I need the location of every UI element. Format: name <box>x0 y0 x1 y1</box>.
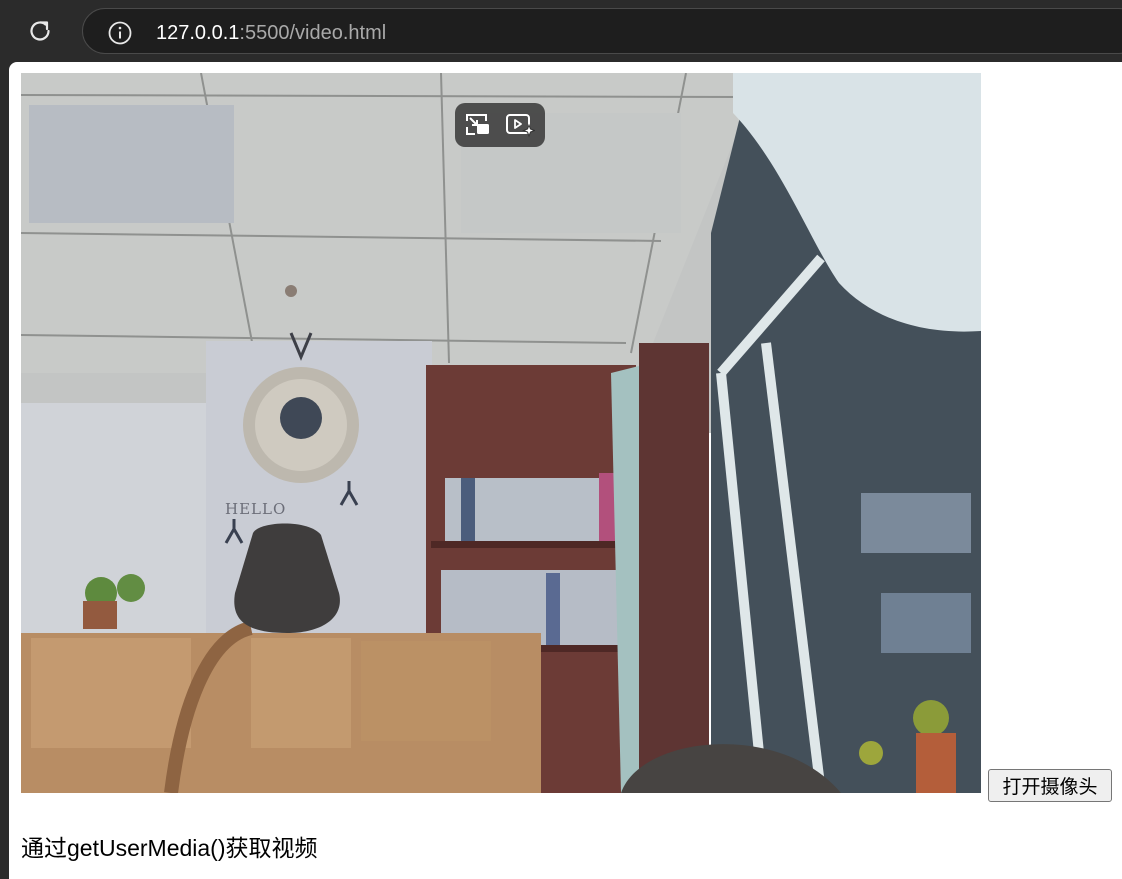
url-host: 127.0.0.1 <box>156 22 240 44</box>
video-effects-icon <box>506 114 535 138</box>
picture-in-picture-icon <box>466 114 489 135</box>
open-camera-button[interactable]: 打开摄像头 <box>988 769 1112 802</box>
site-info-button[interactable] <box>107 20 133 46</box>
video-effects-button[interactable] <box>505 111 535 139</box>
browser-toolbar: 127.0.0.1:5500/video.html <box>0 0 1122 62</box>
info-icon <box>108 21 132 45</box>
reload-button[interactable] <box>24 15 56 47</box>
url-path: :5500/video.html <box>239 22 387 44</box>
page-caption: 通过getUserMedia()获取视频 <box>21 835 318 861</box>
camera-frame: HELLO <box>21 73 981 793</box>
video-overlay-controls <box>455 103 545 147</box>
address-bar[interactable]: 127.0.0.1:5500/video.html <box>82 8 1122 54</box>
picture-in-picture-button[interactable] <box>463 111 493 139</box>
reload-icon <box>30 21 50 41</box>
camera-video[interactable]: HELLO <box>21 73 981 793</box>
url-text[interactable]: 127.0.0.1:5500/video.html <box>156 21 386 45</box>
svg-text:HELLO: HELLO <box>225 500 286 518</box>
page-viewport: HELLO 打开摄像头 通过getUserMedia()获取视频 <box>9 62 1122 879</box>
